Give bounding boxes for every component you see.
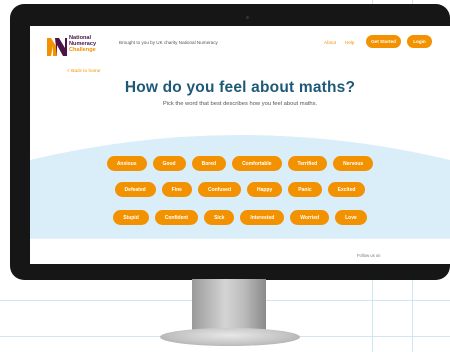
camera-icon bbox=[246, 16, 249, 19]
monitor-stand bbox=[192, 279, 266, 333]
word-button[interactable]: Good bbox=[152, 156, 186, 171]
page-title: How do you feel about maths? bbox=[124, 79, 356, 96]
footer bbox=[30, 238, 450, 264]
word-button[interactable]: Nervous bbox=[333, 156, 374, 171]
page-subtitle: Pick the word that best describes how yo… bbox=[162, 101, 318, 107]
word-button[interactable]: Sick bbox=[204, 210, 235, 225]
word-button[interactable]: Interested bbox=[240, 210, 285, 225]
footer-follow-text: Follow us on bbox=[357, 253, 381, 258]
word-row: Anxious Good Bored Comfortable Terrified… bbox=[30, 156, 450, 171]
word-button[interactable]: Confused bbox=[197, 182, 242, 197]
word-button[interactable]: Confident bbox=[154, 210, 199, 225]
word-button[interactable]: Love bbox=[335, 210, 367, 225]
header-tagline: Brought to you by UK charity National Nu… bbox=[119, 40, 218, 45]
word-button[interactable]: Terrified bbox=[287, 156, 328, 171]
monitor-stand-base bbox=[160, 328, 300, 346]
logo-text: National Numeracy Challenge bbox=[69, 35, 96, 54]
word-button[interactable]: Comfortable bbox=[232, 156, 282, 171]
word-button[interactable]: Excited bbox=[327, 182, 366, 197]
logo-icon bbox=[47, 38, 67, 56]
word-button[interactable]: Stupid bbox=[113, 210, 149, 225]
word-button[interactable]: Worried bbox=[290, 210, 330, 225]
word-row: Defeated Fine Confused Happy Panic Excit… bbox=[30, 182, 450, 197]
word-button[interactable]: Defeated bbox=[114, 182, 156, 197]
login-button[interactable]: Login bbox=[407, 35, 432, 48]
logo-text-line: Challenge bbox=[69, 47, 96, 54]
word-button[interactable]: Panic bbox=[288, 182, 322, 197]
word-button[interactable]: Anxious bbox=[106, 156, 147, 171]
back-to-home-link[interactable]: < Back to home bbox=[67, 69, 100, 74]
word-button[interactable]: Happy bbox=[247, 182, 283, 197]
site-header: National Numeracy Challenge Brought to y… bbox=[30, 26, 450, 64]
word-row: Stupid Confident Sick Interested Worried… bbox=[30, 210, 450, 225]
nav-link-about[interactable]: About bbox=[324, 40, 336, 45]
site-logo[interactable]: National Numeracy Challenge bbox=[47, 35, 117, 57]
word-button[interactable]: Fine bbox=[161, 182, 192, 197]
get-started-button[interactable]: Get Started bbox=[366, 35, 401, 48]
browser-screen: National Numeracy Challenge Brought to y… bbox=[30, 26, 450, 264]
nav-link-help[interactable]: Help bbox=[345, 40, 354, 45]
word-button[interactable]: Bored bbox=[191, 156, 227, 171]
